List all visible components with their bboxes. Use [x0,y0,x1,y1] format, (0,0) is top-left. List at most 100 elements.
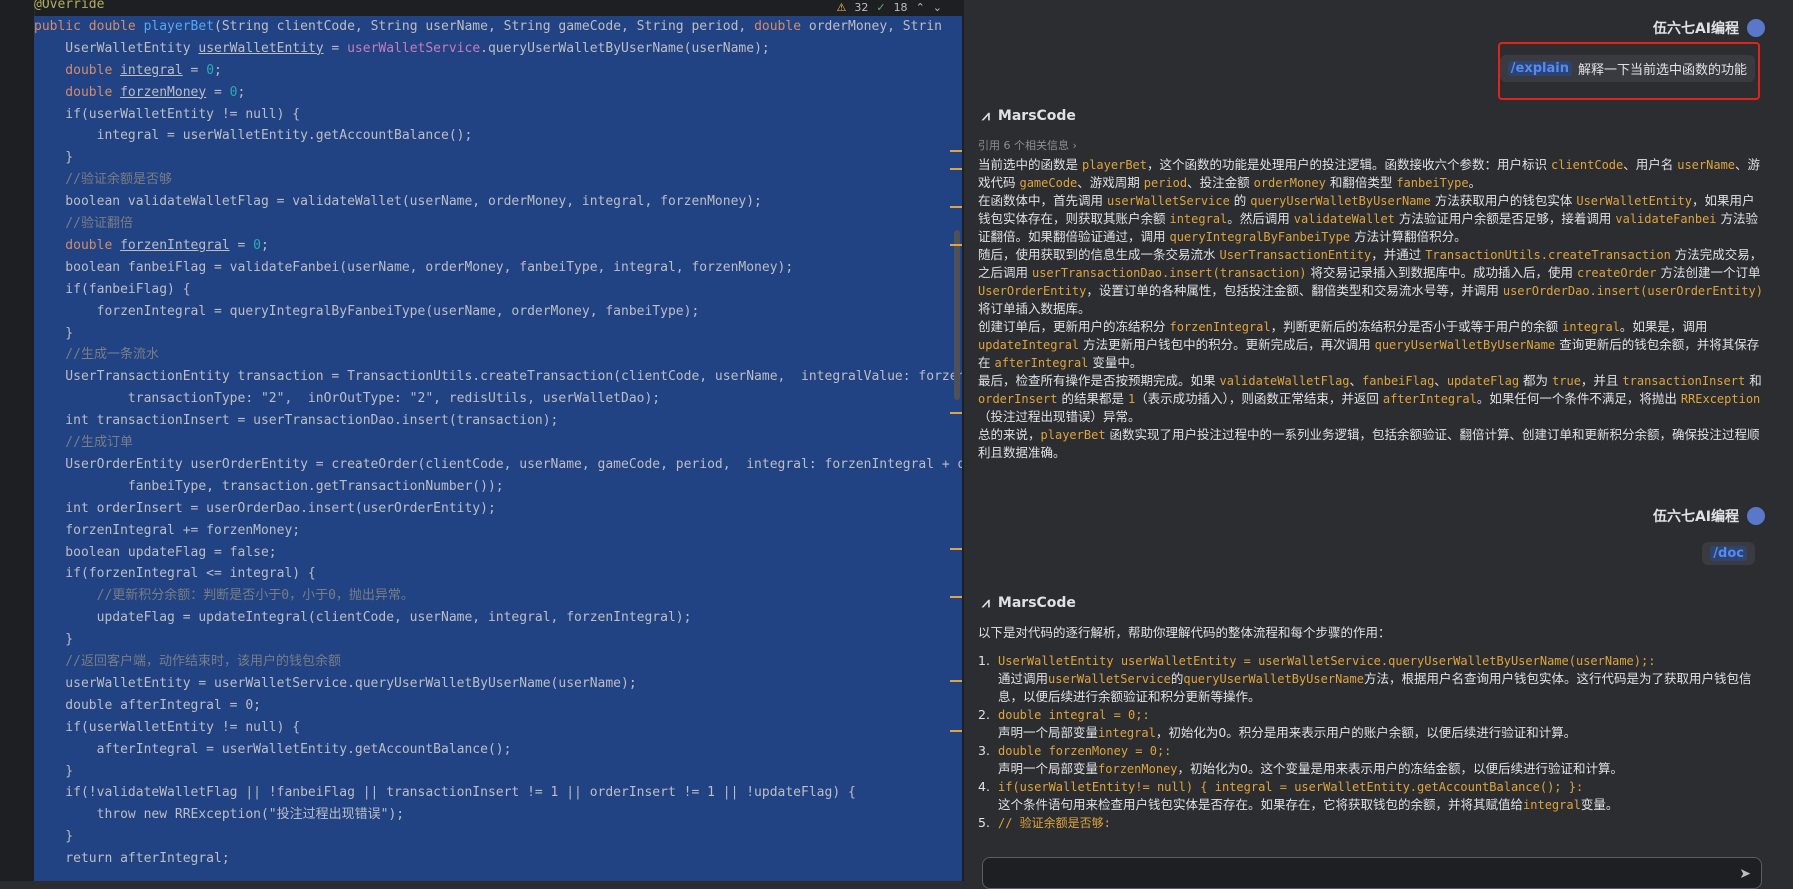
answer-paragraph: 总的来说，playerBet 函数实现了用户投注过程中的一系列业务逻辑，包括余额… [978,426,1764,462]
code-line[interactable]: UserOrderEntity userOrderEntity = create… [34,454,962,476]
code-line[interactable]: UserTransactionEntity transaction = Tran… [34,366,962,388]
inline-code: validateWalletFlag [1219,374,1350,388]
inline-code: updateIntegral [978,338,1080,352]
step-text: 通过调用 [998,671,1049,686]
code-line[interactable]: boolean fanbeiFlag = validateFanbei(user… [34,257,793,279]
code-line[interactable]: userWalletEntity = userWalletService.que… [34,673,636,695]
step-text: 这个条件语句用来检查用户钱包实体是否存在。如果存在，它将获取钱包的余额，并将其赋… [998,797,1524,812]
code-token: if(!validateWalletFlag || !fanbeiFlag ||… [34,785,856,801]
code-line[interactable]: //生成一条流水 [34,344,159,366]
answer-paragraph: 创建订单后，更新用户的冻结积分 forzenIntegral，判断更新后的冻结积… [978,318,1764,372]
inline-code: TransactionUtils.createTransaction [1425,248,1671,262]
code-line[interactable]: double forzenMoney = 0; [34,82,245,104]
code-line[interactable]: boolean validateWalletFlag = validateWal… [34,191,762,213]
code-line[interactable]: double forzenIntegral = 0; [34,235,269,257]
references-link[interactable]: 引用 6 个相关信息 › [978,137,1077,153]
answer-2-intro: 以下是对代码的逐行解析，帮助你理解代码的整体流程和每个步骤的作用： [978,625,1391,640]
answer-text: 、 [1349,373,1363,388]
inline-code: UserWalletEntity [1576,194,1692,208]
code-line[interactable]: } [34,147,73,169]
bot-header-2: ⩘ MarsCode [982,595,1076,611]
code-line[interactable]: double afterIntegral = 0; [34,695,261,717]
code-line[interactable]: return afterIntegral; [34,848,229,870]
code-line[interactable]: updateFlag = updateIntegral(clientCode, … [34,607,692,629]
ok-count: 18 [893,1,908,14]
chat-input[interactable]: ➤ [982,857,1762,889]
code-token: } [34,325,74,341]
code-line[interactable]: //验证翻倍 [34,213,133,235]
code-token: } [34,632,74,648]
inline-code: transactionInsert [1622,374,1746,388]
answer-text: 。然后调用 [1227,211,1294,226]
send-icon[interactable]: ➤ [1739,866,1751,882]
code-line[interactable]: UserWalletEntity userWalletEntity = user… [34,38,769,60]
code-line[interactable]: boolean updateFlag = false; [34,542,276,564]
inline-code: orderInsert [978,392,1058,406]
step-item: 2. double integral = 0;: 声明一个局部变量integral，… [978,706,1764,742]
code-token: playerBet [143,18,215,34]
code-line[interactable]: //返回客户端，动作结束时，该用户的钱包余额 [34,651,341,673]
code-line[interactable]: fanbeiType, transaction.getTransactionNu… [34,476,504,498]
answer-text: 在函数体中，首先调用 [978,193,1107,208]
inline-code: gameCode [1019,176,1078,190]
code-token: 0 [206,62,215,78]
code-token: (String clientCode, String userName, Str… [214,18,755,34]
chevron-down-icon[interactable]: ⌄ [933,0,942,16]
code-line[interactable]: public double playerBet(String clientCod… [34,16,942,38]
answer-paragraph: 当前选中的函数是 playerBet，这个函数的功能是处理用户的投注逻辑。函数接… [978,156,1764,192]
answer-text: 随后，使用获取到的信息生成一条交易流水 [978,247,1220,262]
step-number: 3. [978,743,990,758]
code-line[interactable]: transactionType: "2", inOrOutType: "2", … [34,388,660,410]
inline-code: afterIntegral [1382,392,1477,406]
code-line[interactable]: if(userWalletEntity != null) { [34,104,300,126]
answer-text: ，设置订单的各种属性，包括投注金额、翻倍类型和交易流水号等，并调用 [1086,283,1503,298]
step-item: 5. // 验证余额是否够: [978,814,1764,832]
editor-gutter[interactable] [0,0,35,881]
code-line[interactable]: } [34,323,73,345]
inline-code: createOrder [1576,266,1657,280]
scroll-marker [950,206,962,208]
code-token: forzenMoney [120,84,207,100]
step-number: 4. [978,779,990,794]
code-line[interactable]: throw new RRException("投注过程出现错误"); [34,804,405,826]
marscode-logo-icon: ⩘ [982,108,990,124]
code-line[interactable]: forzenIntegral = queryIntegralByFanbeiTy… [34,301,700,323]
code-line[interactable]: afterIntegral = userWalletEntity.getAcco… [34,739,512,761]
warning-count: 32 [854,1,869,14]
scroll-marker [950,168,962,170]
code-line[interactable]: } [34,629,73,651]
inline-code: queryUserWalletByUserName [1183,672,1364,686]
code-line[interactable]: double integral = 0; [34,60,222,82]
code-line[interactable]: @Override [34,0,104,16]
code-line[interactable]: } [34,761,73,783]
code-token: //生成订单 [34,435,133,450]
code-line[interactable]: int transactionInsert = userTransactionD… [34,410,558,432]
answer-text: 方法创建一个订单 [1656,265,1761,280]
code-editor[interactable]: @Override public double playerBet(String … [0,0,962,881]
inspection-widget[interactable]: ⚠ 32 ✓ 18 ⌃ ⌄ [830,0,948,16]
code-line[interactable]: if(fanbeiFlag) { [34,279,190,301]
step-item: 3. double forzenMoney = 0;: 声明一个局部变量forzen… [978,742,1764,778]
code-line[interactable]: if(!validateWalletFlag || !fanbeiFlag ||… [34,782,856,804]
scroll-marker [950,244,962,246]
code-area[interactable]: @Override public double playerBet(String … [34,0,962,881]
code-token: UserOrderEntity userOrderEntity = create… [34,456,962,472]
code-line[interactable]: //生成订单 [34,432,133,454]
code-line[interactable]: if(forzenIntegral <= integral) { [34,563,315,585]
user-header-1: 伍六七AI编程 [1653,18,1765,38]
step-description: 这个条件语句用来检查用户钱包实体是否存在。如果存在，它将获取钱包的余额，并将其赋… [978,796,1764,814]
chevron-up-icon[interactable]: ⌃ [916,0,925,16]
answer-text: ，并通过 [1371,247,1426,262]
code-line[interactable]: int orderInsert = userOrderDao.insert(us… [34,498,495,520]
code-line[interactable]: forzenIntegral += forzenMoney; [34,520,300,542]
code-line[interactable]: //更新积分余额：判断是否小于0，小于0，抛出异常。 [34,585,414,607]
code-token: //验证余额是否够 [34,172,172,188]
answer-1: 当前选中的函数是 playerBet，这个函数的功能是处理用户的投注逻辑。函数接… [978,156,1764,462]
scroll-marker [950,548,962,550]
code-line[interactable]: if(userWalletEntity != null) { [34,717,300,739]
code-line[interactable]: //验证余额是否够 [34,169,172,191]
code-line[interactable]: integral = userWalletEntity.getAccountBa… [34,125,473,147]
code-token: orderMoney, Strin [808,18,942,34]
editor-scrollbar[interactable] [954,230,960,400]
code-line[interactable]: } [34,826,73,848]
